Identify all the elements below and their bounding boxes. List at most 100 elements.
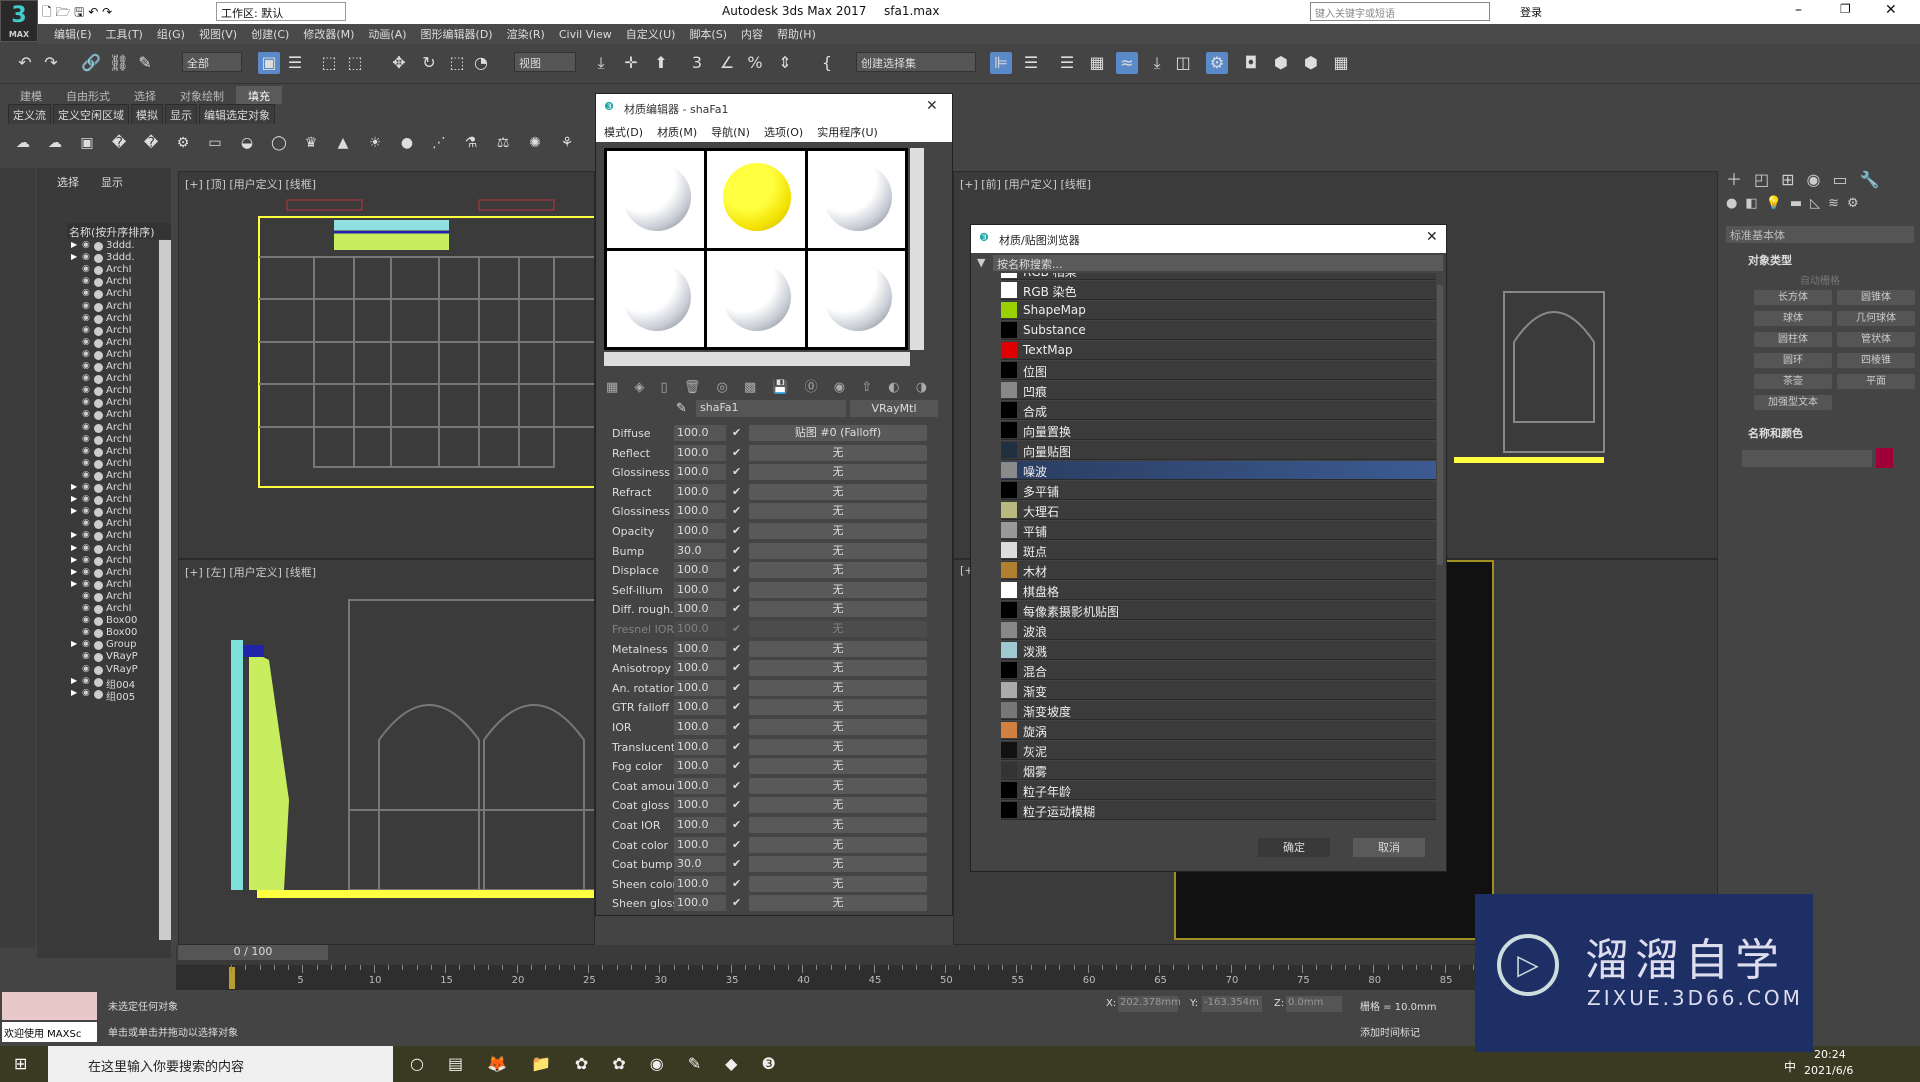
explorer-row[interactable]: ◉ ArchI	[67, 337, 159, 349]
time-slider[interactable]: 0 / 100	[178, 945, 328, 960]
menu-item[interactable]: 动画(A)	[368, 26, 406, 42]
toolbar-button[interactable]: ☰	[284, 52, 306, 74]
visibility-eye-icon[interactable]: ◉	[82, 506, 90, 516]
map-list-item[interactable]: 渐变	[1001, 681, 1436, 700]
minimize-button[interactable]: –	[1795, 2, 1802, 18]
maximize-button[interactable]: ❐	[1840, 2, 1851, 16]
populate-tool-button[interactable]: ●	[396, 132, 418, 154]
ime-indicator[interactable]: 中	[1784, 1058, 1796, 1075]
explorer-row[interactable]: ▶ ◉ ArchI	[67, 482, 159, 494]
explorer-row[interactable]: ◉ ArchI	[67, 313, 159, 325]
eyedropper-icon[interactable]: ✎	[676, 401, 687, 416]
expand-arrow-icon[interactable]: ▶	[71, 494, 77, 503]
explorer-row[interactable]: ◉ ArchI	[67, 397, 159, 409]
param-enable-checkbox[interactable]: ✔	[732, 661, 741, 674]
material-sample-slot[interactable]	[707, 151, 805, 248]
map-list-item[interactable]: TextMap	[1001, 341, 1436, 360]
material-sample-slot[interactable]	[707, 250, 805, 347]
param-amount-spinner[interactable]: 30.0	[674, 542, 726, 559]
param-enable-checkbox[interactable]: ✔	[732, 504, 741, 517]
ribbon-button[interactable]: 显示	[165, 104, 197, 126]
options-triangle-icon[interactable]: ▼	[977, 256, 985, 269]
toolbar-button[interactable]: ◫	[1172, 52, 1194, 74]
create-object-button[interactable]: 长方体	[1754, 290, 1832, 305]
param-amount-spinner[interactable]: 100.0	[674, 719, 726, 735]
autogrid-checkbox[interactable]: 自动栅格	[1800, 272, 1840, 287]
expand-arrow-icon[interactable]: ▶	[71, 639, 77, 648]
visibility-eye-icon[interactable]: ◉	[82, 651, 90, 661]
create-object-button[interactable]: 圆锥体	[1837, 290, 1915, 305]
visibility-eye-icon[interactable]: ◉	[82, 434, 90, 444]
param-amount-spinner[interactable]: 100.0	[674, 601, 726, 618]
param-amount-spinner[interactable]: 100.0	[674, 758, 726, 775]
explorer-row[interactable]: ◉ ArchI	[67, 591, 159, 603]
visibility-eye-icon[interactable]: ◉	[82, 555, 90, 565]
param-map-button[interactable]: 无	[749, 836, 927, 853]
explorer-row[interactable]: ◉ ArchI	[67, 373, 159, 385]
toolbar-button[interactable]: ✛	[620, 52, 642, 74]
visibility-eye-icon[interactable]: ◉	[82, 688, 90, 698]
menu-item[interactable]: 导航(N)	[711, 124, 750, 140]
param-map-button[interactable]: 无	[749, 895, 927, 912]
explorer-row[interactable]: ▶ ◉ ArchI	[67, 543, 159, 555]
explorer-row[interactable]: ◉ ArchI	[67, 603, 159, 615]
param-enable-checkbox[interactable]: ✔	[732, 583, 741, 596]
visibility-eye-icon[interactable]: ◉	[82, 349, 90, 359]
ribbon-tab[interactable]: 对象绘制	[168, 86, 236, 104]
viewport-top[interactable]: [+] [顶] [用户定义] [线框]	[178, 171, 595, 559]
param-map-button[interactable]: 无	[749, 523, 927, 539]
param-map-button[interactable]: 无	[749, 444, 927, 461]
visibility-eye-icon[interactable]: ◉	[82, 325, 90, 335]
taskbar-apps[interactable]: ○▤🦊📁✿✿◉✎◆❸	[410, 1054, 800, 1073]
toolbar-button[interactable]: ⬢	[1270, 52, 1292, 74]
param-amount-spinner[interactable]: 100.0	[674, 503, 726, 520]
menu-item[interactable]: 自定义(U)	[626, 26, 676, 42]
param-map-button[interactable]: 无	[749, 679, 927, 696]
toolbar-button[interactable]: ⬢	[1300, 52, 1322, 74]
param-enable-checkbox[interactable]: ✔	[732, 740, 741, 753]
param-map-button[interactable]: 无	[749, 738, 927, 755]
param-map-button[interactable]: 无	[749, 699, 927, 716]
toolbar-button[interactable]: ⬚	[318, 52, 340, 74]
toolbar-button[interactable]: 🔗	[80, 52, 102, 74]
toolbar-button[interactable]: ⛓	[108, 52, 130, 74]
menu-item[interactable]: 组(G)	[157, 26, 185, 42]
create-object-button[interactable]: 加强型文本	[1754, 395, 1832, 410]
map-list-item[interactable]: 混合	[1001, 661, 1436, 680]
populate-tool-button[interactable]: ◒	[236, 132, 258, 154]
material-type-button[interactable]: VRayMtl	[850, 400, 938, 417]
populate-tool-button[interactable]: ✺	[524, 132, 546, 154]
param-map-button[interactable]: 无	[749, 758, 927, 775]
material-sample-slot[interactable]	[807, 250, 905, 347]
object-color-swatch[interactable]	[1876, 448, 1893, 468]
material-editor-toolbar[interactable]: ▦ ◈ ▯ 🗑 ◎ ▩ 💾 ⓪ ◉ ⇧ ◐ ◑	[606, 376, 936, 395]
explorer-row[interactable]: ◉ ArchI	[67, 276, 159, 288]
create-object-button[interactable]: 球体	[1754, 311, 1832, 326]
clock-time[interactable]: 20:24	[1814, 1048, 1846, 1061]
param-map-button[interactable]: 无	[749, 660, 927, 677]
map-list-item[interactable]: Substance	[1001, 321, 1436, 340]
ribbon-tab[interactable]: 选择	[122, 86, 168, 104]
param-amount-spinner[interactable]: 100.0	[674, 895, 726, 912]
reference-coord-dropdown[interactable]: 视图	[514, 52, 576, 72]
login-link[interactable]: 登录	[1520, 4, 1542, 20]
map-list-item[interactable]: 波浪	[1001, 621, 1436, 640]
visibility-eye-icon[interactable]: ◉	[82, 458, 90, 468]
expand-arrow-icon[interactable]: ▶	[71, 482, 77, 491]
param-amount-spinner[interactable]: 100.0	[674, 738, 726, 755]
category-dropdown[interactable]: 标准基本体	[1726, 226, 1914, 243]
toolbar-button[interactable]: ▣	[258, 52, 280, 74]
param-map-button[interactable]: 无	[749, 817, 927, 833]
visibility-eye-icon[interactable]: ◉	[82, 615, 90, 625]
visibility-eye-icon[interactable]: ◉	[82, 591, 90, 601]
material-name-field[interactable]: shaFa1	[696, 400, 846, 417]
menu-item[interactable]: 工具(T)	[106, 26, 143, 42]
param-amount-spinner[interactable]: 100.0	[674, 797, 726, 814]
menu-item[interactable]: 材质(M)	[657, 124, 697, 140]
param-map-button[interactable]: 无	[749, 503, 927, 520]
populate-tool-button[interactable]: �	[140, 132, 162, 154]
explorer-row[interactable]: ◉ ArchI	[67, 446, 159, 458]
taskbar-search[interactable]: 在这里输入你要搜索的内容	[48, 1046, 393, 1082]
explorer-row[interactable]: ◉ ArchI	[67, 422, 159, 434]
param-amount-spinner[interactable]: 100.0	[674, 621, 726, 637]
